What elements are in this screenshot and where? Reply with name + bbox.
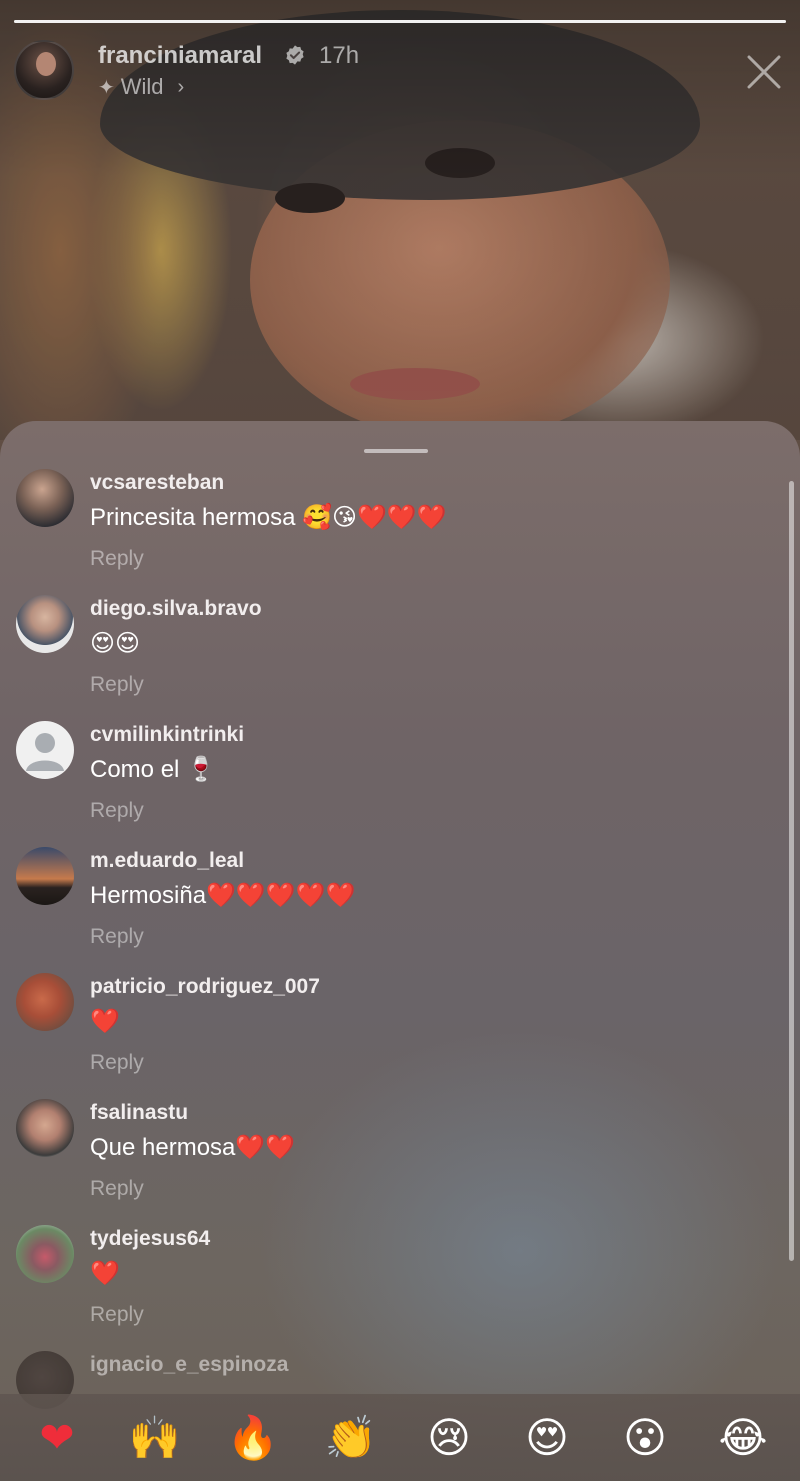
comment-avatar[interactable]	[16, 1099, 74, 1157]
default-avatar-icon	[26, 733, 64, 771]
comment-item: vcsaresteban Princesita hermosa 🥰😘❤️❤️❤️…	[0, 467, 800, 593]
comment-avatar[interactable]	[16, 469, 74, 527]
chevron-right-icon: ›	[177, 75, 185, 98]
comment-text: Hermosiña❤️❤️❤️❤️❤️	[90, 882, 356, 909]
reply-button[interactable]: Reply	[90, 925, 144, 949]
sheet-drag-handle[interactable]	[364, 449, 428, 453]
comment-avatar[interactable]	[16, 973, 74, 1031]
comment-item: diego.silva.bravo 😍😍 Reply	[0, 593, 800, 719]
surprised-face-reaction-icon[interactable]: 😮	[615, 1408, 675, 1468]
comments-list: vcsaresteban Princesita hermosa 🥰😘❤️❤️❤️…	[0, 467, 800, 1475]
clapping-hands-reaction-icon[interactable]: 👏	[321, 1408, 381, 1468]
reply-button[interactable]: Reply	[90, 799, 144, 823]
crying-face-reaction-icon[interactable]: 😢	[419, 1408, 479, 1468]
comment-item: patricio_rodriguez_007 ❤️ Reply	[0, 971, 800, 1097]
sparkle-icon: ✦	[98, 76, 115, 99]
story-header: franciniamaral 17h ✦ Wild ›	[14, 36, 786, 106]
comment-item: cvmilinkintrinki Como el 🍷 Reply	[0, 719, 800, 845]
heart-reaction-icon[interactable]: ❤	[27, 1408, 87, 1468]
comment-text: Princesita hermosa 🥰😘❤️❤️❤️	[90, 504, 447, 531]
story-music-title: Wild	[120, 74, 164, 99]
comment-username[interactable]: fsalinastu	[90, 1101, 188, 1125]
story-author-avatar[interactable]	[14, 40, 74, 100]
comment-avatar[interactable]	[16, 1225, 74, 1283]
heart-eyes-reaction-icon[interactable]: 😍	[517, 1408, 577, 1468]
comment-avatar[interactable]	[16, 721, 74, 779]
story-timestamp: 17h	[319, 42, 360, 69]
comment-text: Que hermosa❤️❤️	[90, 1134, 296, 1161]
comment-username[interactable]: vcsaresteban	[90, 471, 224, 495]
reply-button[interactable]: Reply	[90, 1051, 144, 1075]
comment-text: ❤️	[90, 1260, 120, 1287]
comment-avatar[interactable]	[16, 847, 74, 905]
comment-username[interactable]: patricio_rodriguez_007	[90, 975, 320, 999]
fire-reaction-icon[interactable]: 🔥	[223, 1408, 283, 1468]
comment-item: m.eduardo_leal Hermosiña❤️❤️❤️❤️❤️ Reply	[0, 845, 800, 971]
reply-button[interactable]: Reply	[90, 673, 144, 697]
comment-text: 😍😍	[90, 630, 141, 657]
verified-badge-icon	[286, 45, 304, 65]
comment-username[interactable]: m.eduardo_leal	[90, 849, 244, 873]
comment-text: Como el 🍷	[90, 756, 216, 783]
story-progress-bar	[14, 20, 786, 23]
reply-button[interactable]: Reply	[90, 1177, 144, 1201]
close-icon[interactable]	[744, 52, 784, 92]
quick-reactions-bar: ❤ 🙌 🔥 👏 😢 😍 😮 😂	[0, 1394, 800, 1481]
comment-username[interactable]: diego.silva.bravo	[90, 597, 262, 621]
story-screen: franciniamaral 17h ✦ Wild › vcsaresteban…	[0, 0, 800, 1481]
comment-username[interactable]: cvmilinkintrinki	[90, 723, 244, 747]
comments-sheet: vcsaresteban Princesita hermosa 🥰😘❤️❤️❤️…	[0, 421, 800, 1481]
story-progress-fill	[14, 20, 786, 23]
story-author-username[interactable]: franciniamaral	[98, 42, 262, 70]
comment-username[interactable]: ignacio_e_espinoza	[90, 1353, 288, 1377]
comment-text: ❤️	[90, 1008, 120, 1035]
reply-button[interactable]: Reply	[90, 547, 144, 571]
reply-button[interactable]: Reply	[90, 1303, 144, 1327]
comment-item: tydejesus64 ❤️ Reply	[0, 1223, 800, 1349]
comment-username[interactable]: tydejesus64	[90, 1227, 210, 1251]
comment-item: fsalinastu Que hermosa❤️❤️ Reply	[0, 1097, 800, 1223]
raising-hands-reaction-icon[interactable]: 🙌	[125, 1408, 185, 1468]
comment-avatar[interactable]	[16, 595, 74, 653]
tears-of-joy-reaction-icon[interactable]: 😂	[713, 1408, 773, 1468]
story-music-label[interactable]: ✦ Wild ›	[98, 74, 184, 100]
